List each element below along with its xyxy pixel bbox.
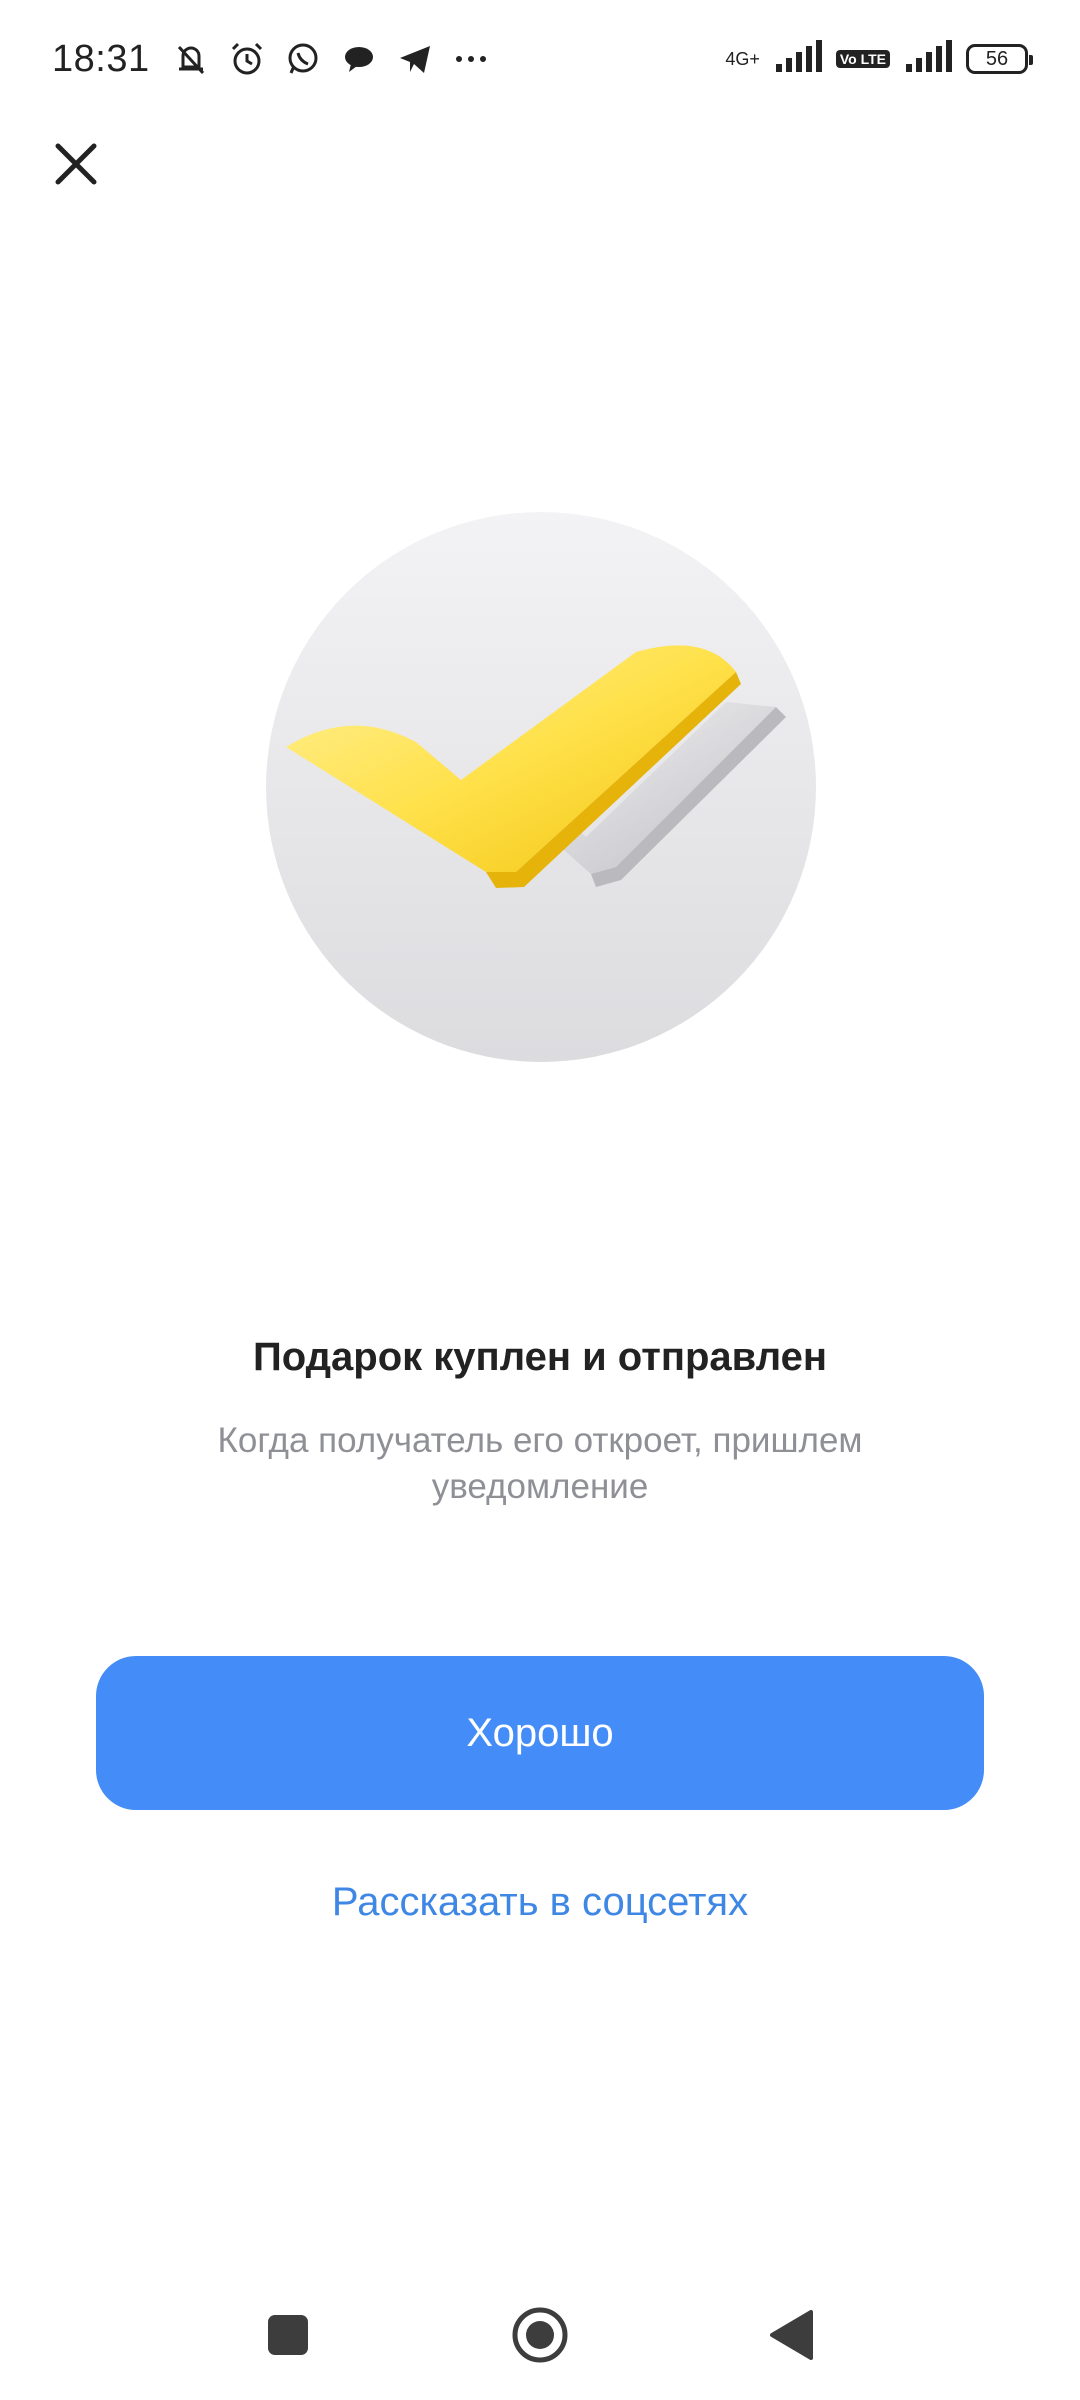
more-icon: [450, 38, 492, 80]
chat-icon: [338, 38, 380, 80]
back-button[interactable]: [760, 2303, 824, 2367]
double-check-icon: [286, 645, 786, 888]
status-time: 18:31: [52, 37, 150, 80]
success-illustration: [266, 512, 816, 1062]
status-bar: 18:31 4G+ Vo LTE 56: [0, 0, 1080, 118]
system-nav-bar: [0, 2290, 1080, 2380]
status-left: 18:31: [52, 38, 492, 81]
signal-icon-2: [904, 39, 952, 79]
telegram-icon: [394, 38, 436, 80]
home-icon: [512, 2307, 568, 2363]
success-subtitle: Когда получатель его откроет, пришлем ув…: [217, 1421, 863, 1506]
close-button[interactable]: [40, 128, 112, 200]
battery-level: 56: [985, 47, 1009, 70]
recents-button[interactable]: [256, 2303, 320, 2367]
volte-badge: Vo LTE: [835, 50, 890, 68]
status-right: 4G+ Vo LTE 56: [725, 39, 1033, 79]
close-icon: [55, 143, 97, 185]
recents-icon: [268, 2315, 308, 2355]
back-icon: [770, 2310, 813, 2360]
network-type: 4G+: [725, 49, 760, 69]
mute-icon: [170, 38, 212, 80]
battery-icon: 56: [966, 44, 1033, 74]
whatsapp-icon: [282, 38, 324, 80]
ok-button[interactable]: Хорошо: [96, 1656, 984, 1810]
success-title: Подарок куплен и отправлен: [252, 1335, 828, 1379]
share-social-link[interactable]: Рассказать в соцсетях: [0, 1880, 1080, 1925]
home-button[interactable]: [508, 2303, 572, 2367]
alarm-icon: [226, 38, 268, 80]
signal-icon: [774, 39, 822, 79]
